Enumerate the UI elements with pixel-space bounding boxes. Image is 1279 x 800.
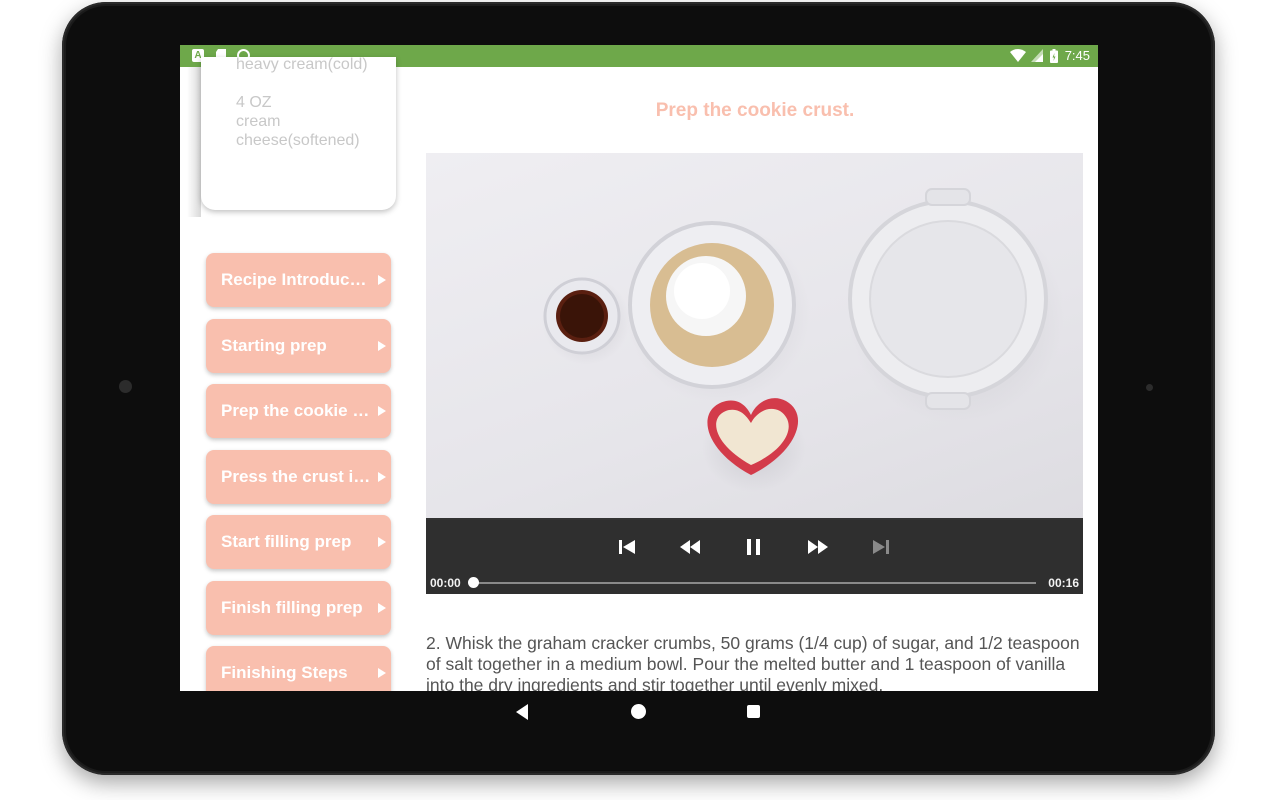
signal-icon	[1031, 49, 1043, 62]
step-label: Start filling prep	[221, 532, 352, 551]
home-icon[interactable]	[631, 704, 646, 719]
play-arrow-icon	[378, 668, 386, 678]
player-controls: 00:00 00:16	[426, 520, 1083, 594]
step-title: Prep the cookie crust.	[655, 100, 855, 121]
step-button-finish-filling-prep[interactable]: Finish filling prep	[206, 580, 391, 635]
wifi-icon	[1010, 49, 1026, 62]
step-label: Prep the cookie crust.	[221, 401, 371, 420]
video-still-image	[542, 188, 1064, 492]
fast-forward-icon[interactable]	[806, 536, 830, 558]
ingredients-card: heavy cream(cold) 4 OZ cream cheese(soft…	[201, 56, 396, 210]
seek-bar[interactable]	[473, 582, 1036, 584]
skip-previous-icon[interactable]	[615, 536, 639, 558]
rewind-icon[interactable]	[678, 536, 702, 558]
step-label: Finishing Steps	[221, 663, 348, 682]
step-detail: Prep the cookie crust. 00:00 00:16 2. Wh…	[412, 67, 1098, 691]
step-label: Finish filling prep	[221, 597, 363, 617]
steps-sidebar[interactable]: heavy cream(cold) 4 OZ cream cheese(soft…	[180, 56, 412, 691]
clock: 7:45	[1064, 48, 1090, 63]
play-arrow-icon	[378, 471, 386, 482]
ingredients-text: heavy cream(cold) 4 OZ cream cheese(soft…	[236, 56, 368, 149]
card-shadow	[187, 67, 201, 217]
system-nav-bar	[180, 691, 1098, 733]
step-button-recipe-introduction[interactable]: Recipe Introduction	[206, 253, 391, 307]
step-button-start-filling-prep[interactable]: Start filling prep	[206, 515, 391, 569]
battery-icon	[1050, 49, 1058, 63]
step-button-starting-prep[interactable]: Starting prep	[206, 318, 391, 373]
step-button-finishing-steps[interactable]: Finishing Steps	[206, 646, 391, 691]
play-arrow-icon	[378, 602, 386, 613]
pause-icon[interactable]	[742, 536, 766, 558]
video-frame[interactable]	[426, 153, 1083, 518]
current-time: 00:00	[430, 576, 461, 590]
step-button-prep-cookie-crust[interactable]: Prep the cookie crust.	[206, 384, 391, 438]
play-arrow-icon	[378, 406, 386, 416]
recent-apps-icon[interactable]	[747, 705, 760, 718]
step-label: Press the crust into baking form.	[221, 466, 371, 486]
play-arrow-icon	[378, 537, 386, 547]
camera-icon	[119, 380, 132, 393]
app-screen: A 7:45 heavy cream(cold) 4 OZ cream chee…	[180, 45, 1098, 691]
step-label: Starting prep	[221, 335, 327, 355]
skip-next-icon[interactable]	[869, 536, 893, 558]
duration-time: 00:16	[1048, 576, 1079, 590]
steps-list: Recipe Introduction Starting prep Prep t…	[206, 253, 391, 691]
seek-thumb[interactable]	[467, 577, 479, 588]
sensor-icon	[1146, 384, 1153, 391]
play-arrow-icon	[378, 275, 386, 285]
step-label: Recipe Introduction	[221, 270, 371, 289]
back-icon[interactable]	[516, 704, 528, 720]
video-player[interactable]: 00:00 00:16	[426, 153, 1083, 594]
step-button-press-crust[interactable]: Press the crust into baking form.	[206, 449, 391, 504]
step-description: 2. Whisk the graham cracker crumbs, 50 g…	[426, 633, 1080, 691]
play-arrow-icon	[378, 340, 386, 351]
